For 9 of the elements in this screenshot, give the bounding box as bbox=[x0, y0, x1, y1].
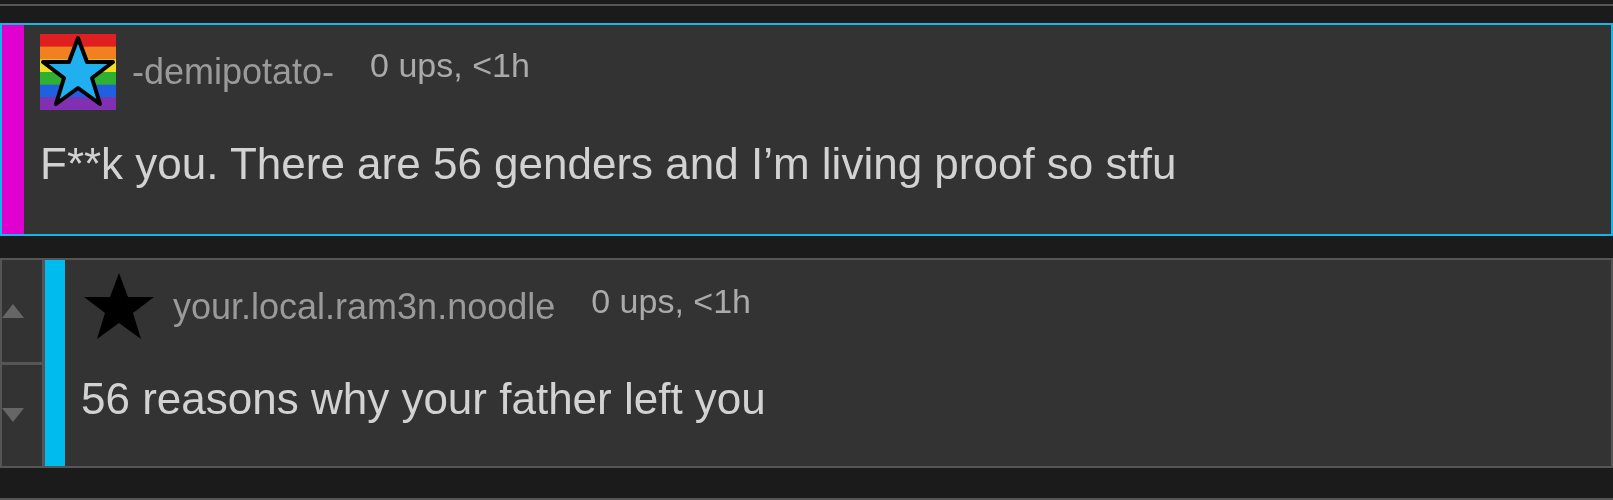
up-arrow-icon bbox=[2, 303, 24, 318]
comment-text: 56 reasons why your father left you bbox=[81, 373, 767, 424]
comment-meta: 0 ups, <1h bbox=[591, 281, 751, 321]
username-link[interactable]: -demipotato- bbox=[132, 51, 335, 93]
username-link[interactable]: your.local.ram3n.noodle bbox=[173, 286, 556, 328]
comment-text: F**k you. There are 56 genders and I’m living proof so stfu bbox=[40, 138, 1178, 189]
down-arrow-icon bbox=[2, 408, 24, 423]
rainbow-star-icon bbox=[40, 34, 116, 110]
comment-meta: 0 ups, <1h bbox=[370, 46, 530, 86]
